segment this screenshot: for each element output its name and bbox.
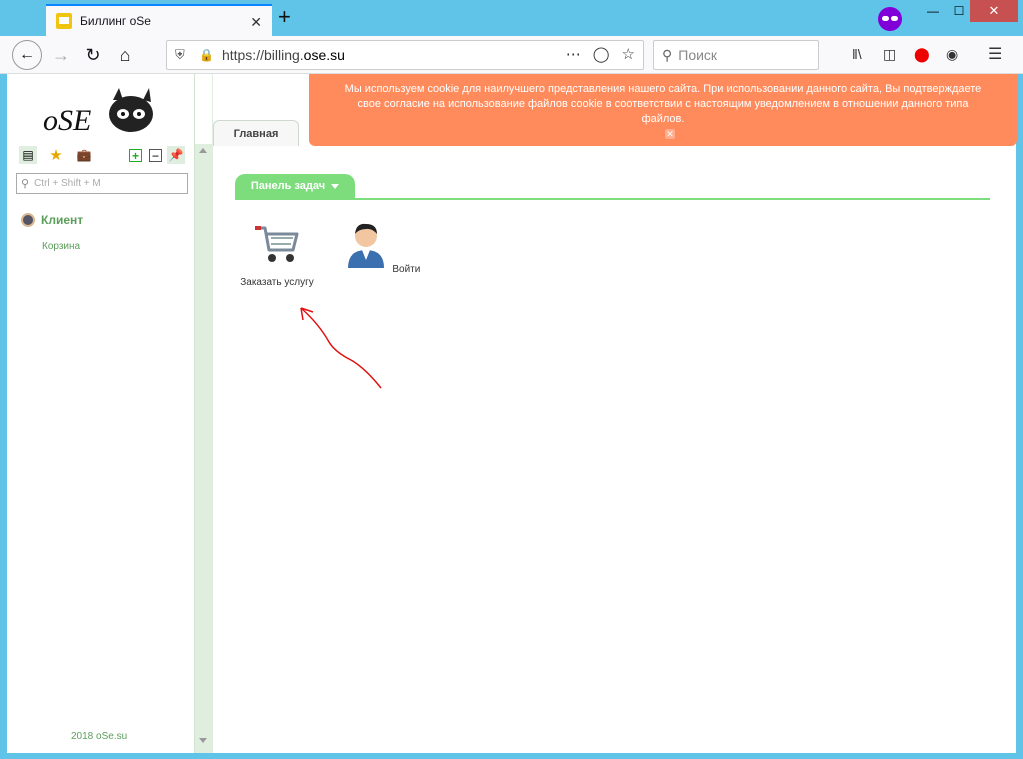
pocket-icon[interactable]: ◯ — [593, 45, 610, 63]
page-actions-icon[interactable]: ⋯ — [566, 45, 581, 63]
private-browsing-icon — [878, 7, 902, 31]
task-panel-bar: Панель задач — [235, 174, 990, 200]
bookmark-star-icon[interactable]: ☆ — [622, 45, 635, 63]
sidebar: oSE ▤ ★ 💼 + − 📌 ⚲ Ctrl + Shift + M Клиен… — [7, 74, 195, 753]
favorites-star-icon[interactable]: ★ — [47, 146, 65, 164]
tracking-shield-icon[interactable]: ⛨ — [175, 47, 189, 63]
task-login-label: Войти — [392, 264, 421, 275]
site-favicon-icon — [56, 13, 72, 29]
expand-all-icon[interactable]: + — [129, 149, 142, 163]
scroll-up-icon[interactable] — [199, 148, 207, 153]
forward-button[interactable]: → — [46, 40, 76, 70]
main-content: Главная Мы используем cookie для наилучш… — [212, 74, 1017, 753]
tab-close-icon[interactable]: ✕ — [250, 14, 262, 31]
chevron-down-icon — [331, 183, 340, 189]
account-icon[interactable]: ◉ — [946, 46, 958, 63]
ose-logo: oSE — [43, 88, 153, 137]
task-panel-dropdown[interactable]: Панель задач — [235, 174, 355, 198]
annotation-arrow — [300, 307, 382, 389]
close-window-button[interactable]: ✕ — [970, 0, 1018, 22]
title-bar: Биллинг oSe ✕ + — ☐ ✕ — [0, 0, 1023, 36]
task-login[interactable]: Войти — [341, 220, 421, 276]
task-order-service[interactable]: Заказать услугу — [237, 220, 317, 289]
sidebar-search-placeholder: Ctrl + Shift + M — [34, 178, 101, 189]
sidebar-item-cart[interactable]: Корзина — [42, 241, 80, 252]
client-label: Клиент — [41, 213, 84, 227]
footer-link[interactable]: 2018 oSe.su — [71, 731, 127, 742]
svg-text:oSE: oSE — [43, 104, 91, 137]
cookie-close-icon[interactable]: ✕ — [665, 129, 675, 139]
reload-button[interactable]: ↻ — [78, 40, 108, 70]
adblock-icon[interactable]: ⬤ — [914, 46, 930, 63]
cookie-text: Мы используем cookie для наилучшего пред… — [344, 83, 982, 125]
tab-home[interactable]: Главная — [213, 120, 299, 146]
search-input[interactable]: ⚲ Поиск — [653, 40, 819, 70]
sidebar-splitter[interactable] — [195, 144, 212, 753]
browser-window: Биллинг oSe ✕ + — ☐ ✕ ← → ↻ ⌂ ⛨ 🔒 https:… — [0, 0, 1023, 759]
lock-icon[interactable]: 🔒 — [199, 48, 214, 62]
search-icon: ⚲ — [662, 46, 673, 63]
browser-tab[interactable]: Биллинг oSe ✕ — [46, 4, 272, 36]
web-page: oSE ▤ ★ 💼 + − 📌 ⚲ Ctrl + Shift + M Клиен… — [7, 74, 1017, 753]
shopping-cart-icon — [255, 226, 299, 262]
cookie-banner: Мы используем cookie для наилучшего пред… — [309, 74, 1017, 146]
search-icon: ⚲ — [21, 178, 30, 190]
home-button[interactable]: ⌂ — [110, 40, 140, 70]
url-host: ose.su — [303, 47, 345, 63]
tab-title: Биллинг oSe — [80, 14, 151, 28]
scroll-down-icon[interactable] — [199, 738, 207, 743]
pin-icon[interactable]: 📌 — [167, 146, 185, 164]
navigation-bar: ← → ↻ ⌂ ⛨ 🔒 https://billing. ose.su ⋯ ◯ ☆… — [0, 36, 1023, 74]
tree-view-icon[interactable]: ▤ — [19, 146, 37, 164]
task-panel-label: Панель задач — [250, 180, 326, 192]
collapse-all-icon[interactable]: − — [149, 149, 162, 163]
user-icon — [347, 223, 384, 268]
url-prefix: https://billing. — [221, 47, 304, 63]
sidebar-search-input[interactable]: ⚲ Ctrl + Shift + M — [16, 173, 188, 194]
back-button[interactable]: ← — [12, 40, 42, 70]
url-bar[interactable]: ⛨ 🔒 https://billing. ose.su ⋯ ◯ ☆ — [166, 40, 644, 70]
search-placeholder: Поиск — [678, 47, 718, 63]
sidebar-toggle-icon[interactable]: ◫ — [883, 46, 896, 63]
menu-icon[interactable]: ☰ — [988, 44, 1002, 64]
task-order-label: Заказать услугу — [240, 277, 314, 288]
library-icon[interactable]: ‖\ — [852, 46, 862, 62]
client-user-icon — [21, 213, 35, 227]
briefcase-icon[interactable]: 💼 — [75, 146, 93, 164]
new-tab-button[interactable]: + — [278, 6, 291, 28]
sidebar-item-client[interactable]: Клиент — [21, 213, 83, 227]
